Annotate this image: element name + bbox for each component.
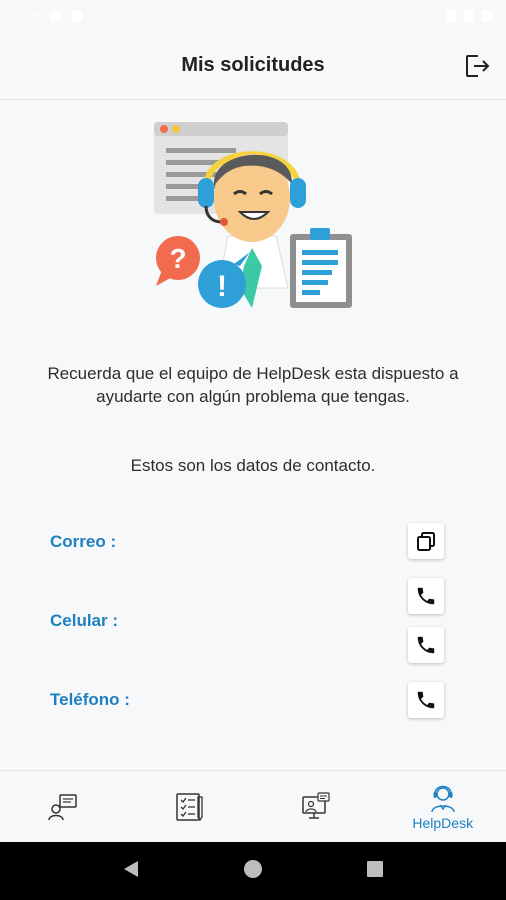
checklist-icon [176, 792, 203, 821]
call-cell-button[interactable] [408, 578, 444, 614]
nav-helpdesk-label: HelpDesk [412, 814, 474, 831]
system-nav-bar [0, 842, 506, 900]
phone-icon [417, 691, 435, 709]
logout-button[interactable] [460, 49, 494, 83]
svg-text:!: ! [217, 270, 227, 303]
wifi-icon [446, 10, 456, 22]
helpdesk-agent-illustration: ? ! [154, 122, 352, 308]
back-icon [124, 860, 138, 877]
requests-icon [48, 793, 77, 820]
status-time: 6:20 [14, 8, 40, 24]
bottom-nav: HelpDesk [0, 770, 506, 842]
nav-helpdesk[interactable]: HelpDesk [380, 771, 506, 842]
copy-icon [417, 532, 435, 551]
notification-icon [49, 10, 62, 22]
copy-email-button[interactable] [408, 523, 444, 559]
recents-icon [367, 860, 383, 877]
page-title: Mis solicitudes [181, 54, 325, 76]
back-button[interactable] [120, 858, 142, 885]
home-button[interactable] [242, 858, 264, 885]
helpdesk-message: Recuerda que el equipo de HelpDesk esta … [47, 364, 459, 406]
notification-icon-2 [71, 10, 84, 22]
helpdesk-illustration: ? ! [148, 118, 358, 328]
nav-checklist[interactable] [127, 771, 254, 842]
helpdesk-icon [431, 785, 455, 812]
phone-icon [417, 587, 435, 605]
nav-monitor-support[interactable] [253, 771, 380, 842]
svg-text:?: ? [169, 243, 186, 274]
monitor-support-icon [302, 791, 330, 819]
phone-icon [417, 636, 435, 654]
battery-icon [482, 10, 492, 22]
nav-requests[interactable] [0, 771, 127, 842]
phone-label: Teléfono : [50, 690, 130, 709]
cell-label: Celular : [50, 611, 119, 630]
email-label: Correo : [50, 532, 117, 551]
call-cell-button-2[interactable] [408, 627, 444, 663]
status-right [446, 10, 492, 22]
contact-note: Estos son los datos de contacto. [130, 456, 376, 475]
recents-button[interactable] [364, 858, 386, 885]
home-icon [244, 859, 262, 878]
status-left: 6:20 [14, 8, 84, 24]
status-bar: 6:20 [0, 0, 506, 32]
signal-icon [464, 10, 474, 22]
app-bar: Mis solicitudes [0, 32, 506, 100]
call-phone-button[interactable] [408, 682, 444, 718]
logout-icon [466, 55, 490, 77]
